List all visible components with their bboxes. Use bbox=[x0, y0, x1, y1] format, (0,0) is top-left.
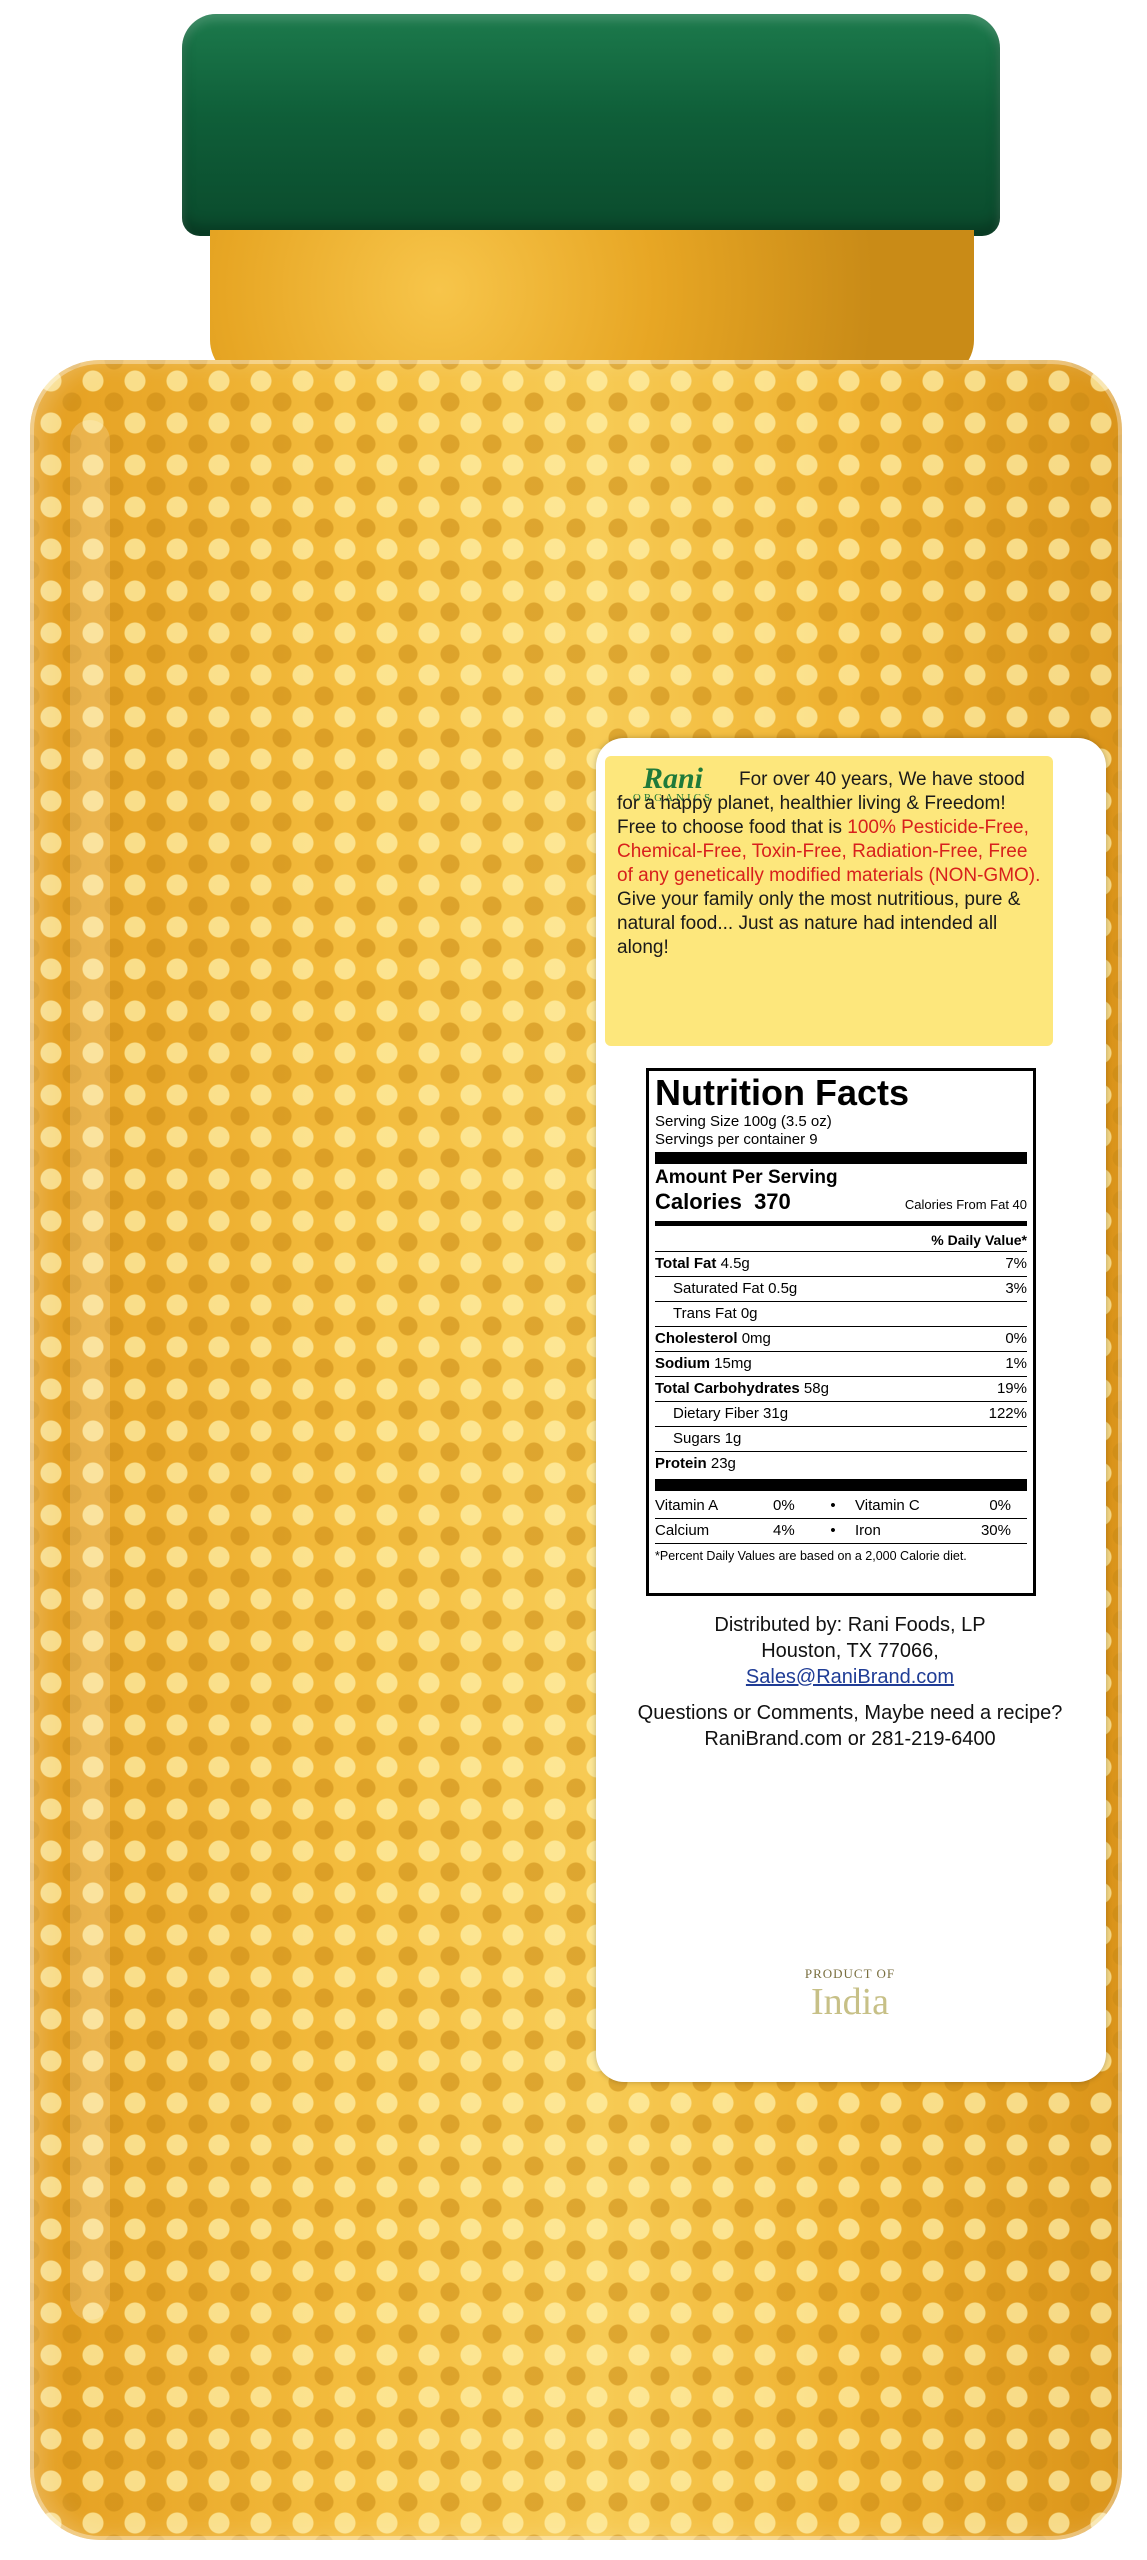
vitamin-name: Vitamin A bbox=[655, 1497, 719, 1514]
nutrient-daily-value: 0% bbox=[1005, 1330, 1027, 1347]
vitamin-value: 30% bbox=[980, 1522, 1011, 1539]
calories-row: Calories 370 Calories From Fat 40 bbox=[655, 1189, 1027, 1218]
vitamin-row: Vitamin A 0% • Vitamin C 0% bbox=[655, 1494, 1027, 1518]
nutrient-label: Trans Fat bbox=[673, 1305, 737, 1322]
vitamin-name: Vitamin C bbox=[855, 1497, 920, 1514]
nutrient-amount: 0mg bbox=[741, 1330, 771, 1347]
divider-thick bbox=[655, 1152, 1027, 1164]
nutrient-row: Trans Fat 0g bbox=[655, 1301, 1027, 1326]
nutrient-daily-value: 122% bbox=[988, 1405, 1027, 1422]
jar-highlight bbox=[70, 420, 110, 2320]
nutrient-name: Sodium 15mg bbox=[655, 1352, 752, 1376]
nutrient-amount: 1g bbox=[724, 1430, 742, 1447]
nutrition-title: Nutrition Facts bbox=[655, 1072, 910, 1113]
nutrient-daily-value: 7% bbox=[1005, 1255, 1027, 1272]
nutrient-daily-value: 3% bbox=[1005, 1280, 1027, 1297]
nutrient-label: Sodium bbox=[655, 1355, 710, 1372]
divider-thick-2 bbox=[655, 1479, 1027, 1491]
promo-text: For over 40 years, We have stood for a h… bbox=[617, 768, 1043, 960]
nutrition-facts-panel: Nutrition Facts Serving Size 100g (3.5 o… bbox=[646, 1068, 1036, 1596]
nutrient-label: Protein bbox=[655, 1455, 707, 1472]
promo-text-part2: Give your family only the most nutritiou… bbox=[617, 889, 1021, 958]
nutrient-row: Protein 23g bbox=[655, 1451, 1027, 1476]
distributor-line2: Houston, TX 77066, bbox=[761, 1640, 939, 1662]
product-origin: PRODUCT OF India bbox=[770, 1966, 930, 2022]
daily-value-footnote: *Percent Daily Values are based on a 2,0… bbox=[655, 1549, 967, 1563]
nutrient-amount: 58g bbox=[803, 1380, 829, 1397]
nutrient-row: Cholesterol 0mg 0% bbox=[655, 1326, 1027, 1351]
vitamin-name: Calcium bbox=[655, 1522, 710, 1539]
vitamin-name: Iron bbox=[855, 1522, 881, 1539]
nutrient-name: Trans Fat 0g bbox=[655, 1302, 758, 1326]
origin-country: India bbox=[810, 1981, 890, 2023]
contact-info: Questions or Comments, Maybe need a reci… bbox=[637, 1702, 1063, 1750]
nutrient-daily-value: 19% bbox=[996, 1380, 1027, 1397]
jar-neck-lentils bbox=[210, 230, 974, 380]
amount-per-serving: Amount Per Serving bbox=[655, 1167, 838, 1188]
vitamin-value: 0% bbox=[989, 1497, 1011, 1514]
servings-per-container: Servings per container 9 bbox=[655, 1131, 818, 1148]
nutrient-amount: 4.5g bbox=[720, 1255, 750, 1272]
nutrient-label: Saturated Fat bbox=[673, 1280, 764, 1297]
nutrient-amount: 31g bbox=[763, 1405, 789, 1422]
nutrient-rows: Total Fat 4.5g 7% Saturated Fat 0.5g 3% Tran… bbox=[655, 1251, 1027, 1476]
nutrient-row: Sodium 15mg 1% bbox=[655, 1351, 1027, 1376]
vitamin-rows: Vitamin A 0% • Vitamin C 0% Calcium 4% • Iron 30% bbox=[655, 1494, 1027, 1543]
nutrient-name: Protein 23g bbox=[655, 1452, 736, 1476]
nutrient-row: Dietary Fiber 31g 122% bbox=[655, 1401, 1027, 1426]
nutrient-name: Dietary Fiber 31g bbox=[655, 1402, 788, 1426]
nutrient-row: Total Carbohydrates 58g 19% bbox=[655, 1376, 1027, 1401]
vitamin-separator: • bbox=[830, 1497, 836, 1514]
distributor-info: Distributed by: Rani Foods, LP Houston, … bbox=[610, 1612, 1090, 1690]
nutrient-row: Saturated Fat 0.5g 3% bbox=[655, 1276, 1027, 1301]
divider-medium bbox=[655, 1221, 1027, 1226]
nutrient-name: Saturated Fat 0.5g bbox=[655, 1277, 797, 1301]
calories-value: 370 bbox=[754, 1189, 791, 1214]
serving-size: Serving Size 100g (3.5 oz) bbox=[655, 1113, 832, 1130]
nutrient-label: Cholesterol bbox=[655, 1330, 738, 1347]
nutrient-name: Sugars 1g bbox=[655, 1427, 741, 1451]
distributor-email-link[interactable]: Sales@RaniBrand.com bbox=[610, 1664, 1090, 1690]
nutrient-amount: 23g bbox=[710, 1455, 736, 1472]
nutrient-label: Total Fat bbox=[655, 1255, 717, 1272]
nutrient-name: Total Fat 4.5g bbox=[655, 1252, 750, 1276]
nutrient-amount: 0.5g bbox=[768, 1280, 798, 1297]
vitamin-separator: • bbox=[830, 1522, 836, 1539]
nutrient-daily-value: 1% bbox=[1005, 1355, 1027, 1372]
calories-text: Calories bbox=[655, 1189, 742, 1214]
daily-value-header: % Daily Value* bbox=[931, 1232, 1027, 1248]
origin-label: PRODUCT OF bbox=[804, 1966, 896, 1981]
promo-panel: Rani ORGANICS For over 40 years, We have… bbox=[605, 756, 1053, 1046]
nutrient-name: Total Carbohydrates 58g bbox=[655, 1377, 829, 1401]
nutrient-amount: 0g bbox=[740, 1305, 758, 1322]
nutrient-label: Dietary Fiber bbox=[673, 1405, 759, 1422]
vitamin-row: Calcium 4% • Iron 30% bbox=[655, 1518, 1027, 1543]
nutrient-row: Sugars 1g bbox=[655, 1426, 1027, 1451]
distributor-line1: Distributed by: Rani Foods, LP bbox=[714, 1614, 986, 1636]
nutrient-label: Total Carbohydrates bbox=[655, 1380, 800, 1397]
nutrient-row: Total Fat 4.5g 7% bbox=[655, 1251, 1027, 1276]
vitamin-value: 4% bbox=[773, 1522, 795, 1539]
jar-lid bbox=[182, 14, 1000, 236]
rule-bottom bbox=[655, 1543, 1027, 1544]
nutrient-label: Sugars bbox=[673, 1430, 721, 1447]
vitamin-value: 0% bbox=[773, 1497, 795, 1514]
nutrient-amount: 15mg bbox=[714, 1355, 752, 1372]
calories-from-fat: Calories From Fat 40 bbox=[904, 1197, 1027, 1212]
calories-label: Calories 370 bbox=[655, 1189, 791, 1215]
nutrient-name: Cholesterol 0mg bbox=[655, 1327, 771, 1351]
